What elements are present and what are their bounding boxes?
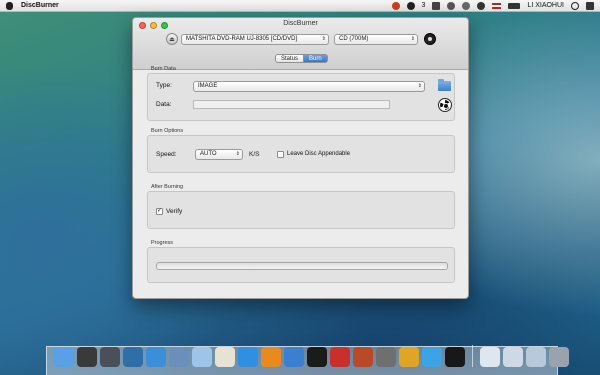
- trash-icon[interactable]: [549, 347, 569, 367]
- notification-badge-count[interactable]: 3: [422, 2, 426, 9]
- progress-box: [147, 247, 455, 283]
- qq-icon[interactable]: [406, 1, 415, 10]
- downloads-stack-icon[interactable]: [480, 347, 500, 367]
- burn-data-section-label: Burn Data: [151, 66, 176, 72]
- progress-section-label: Progress: [151, 240, 174, 246]
- checkmark-icon: ✓: [157, 208, 163, 214]
- menubar-status-area: 3 LI XIAOHUI: [391, 1, 600, 10]
- apple-icon[interactable]: [6, 1, 13, 10]
- after-burning-box: ✓ Verify: [147, 191, 455, 229]
- reeder-icon[interactable]: [376, 347, 396, 367]
- data-label: Data:: [156, 101, 172, 108]
- wifi-icon[interactable]: [477, 1, 486, 10]
- burn-data-box: Type: IMAGE ⇕ Data:: [147, 73, 455, 121]
- drive-select-value: MATSHITA DVD-RAM UJ-8305 [CD/DVD]: [186, 36, 298, 42]
- select-arrows-icon: ⇕: [321, 36, 326, 42]
- type-select-value: IMAGE: [198, 83, 218, 89]
- speed-unit: K/S: [249, 151, 260, 158]
- spotlight-icon[interactable]: [571, 1, 579, 10]
- xcode-icon[interactable]: [169, 347, 189, 367]
- app-menu-name[interactable]: DiscBurner: [21, 2, 59, 9]
- window-title: DiscBurner: [283, 20, 318, 27]
- tab-status[interactable]: Status: [276, 55, 304, 62]
- speed-label: Speed:: [156, 151, 177, 158]
- select-arrows-icon: ⇕: [410, 36, 415, 42]
- discburner-window: DiscBurner ⏏ MATSHITA DVD-RAM UJ-8305 [C…: [132, 17, 469, 299]
- user-name[interactable]: LI XIAOHUI: [527, 2, 564, 9]
- speed-select-value: AUTO: [200, 151, 217, 157]
- tab-bar: Status Burn: [275, 54, 328, 63]
- finder-icon[interactable]: [54, 347, 74, 367]
- notification-center-icon[interactable]: [586, 1, 594, 10]
- after-burning-section-label: After Burning: [151, 184, 184, 190]
- burn-options-box: Speed: AUTO ⇕ K/S Leave Disc Appendable: [147, 135, 455, 173]
- battery-icon[interactable]: [508, 2, 521, 9]
- progress-bar: [156, 262, 448, 270]
- select-arrows-icon: ⇕: [235, 151, 240, 157]
- media-select-value: CD (700M): [339, 36, 369, 42]
- drive-select[interactable]: MATSHITA DVD-RAM UJ-8305 [CD/DVD] ⇕: [181, 34, 329, 45]
- mission-control-icon[interactable]: [123, 347, 143, 367]
- type-select[interactable]: IMAGE ⇕: [193, 81, 425, 92]
- dock-icons: [54, 345, 569, 367]
- launchpad-icon[interactable]: [77, 347, 97, 367]
- time-machine-icon[interactable]: [447, 1, 456, 10]
- itunes-icon[interactable]: [284, 347, 304, 367]
- toolbar: ⏏ MATSHITA DVD-RAM UJ-8305 [CD/DVD] ⇕ CD…: [133, 32, 468, 46]
- dashboard-icon[interactable]: [100, 347, 120, 367]
- app-store-icon[interactable]: [238, 347, 258, 367]
- cube-icon[interactable]: [192, 347, 212, 367]
- growl-icon[interactable]: [353, 347, 373, 367]
- data-path-field[interactable]: [193, 100, 390, 109]
- applications-stack-icon[interactable]: [526, 347, 546, 367]
- speed-select[interactable]: AUTO ⇕: [195, 149, 243, 160]
- leave-appendable-checkbox[interactable]: [277, 151, 284, 158]
- burn-options-section-label: Burn Options: [151, 128, 184, 134]
- verify-checkbox[interactable]: ✓: [156, 208, 163, 215]
- burn-button[interactable]: [424, 33, 436, 45]
- filezilla-icon[interactable]: [330, 347, 350, 367]
- safari-icon[interactable]: [146, 347, 166, 367]
- tab-burn[interactable]: Burn: [303, 55, 327, 62]
- dock-separator: [472, 345, 473, 367]
- discburner-icon[interactable]: [445, 347, 465, 367]
- folder-icon[interactable]: [438, 79, 451, 91]
- preview-icon[interactable]: [215, 347, 235, 367]
- eject-button[interactable]: ⏏: [166, 33, 178, 45]
- sync-icon[interactable]: [462, 1, 471, 10]
- verify-label[interactable]: Verify: [166, 208, 182, 215]
- status-app-icon[interactable]: [391, 1, 400, 10]
- window-titlebar: DiscBurner ⏏ MATSHITA DVD-RAM UJ-8305 [C…: [133, 18, 468, 70]
- media-select[interactable]: CD (700M) ⇕: [334, 34, 418, 45]
- menu-bar: DiscBurner 3 LI XIAOHUI: [0, 0, 600, 12]
- us-flag-input-icon[interactable]: [492, 2, 502, 9]
- select-arrows-icon: ⇕: [417, 83, 422, 89]
- coin-icon[interactable]: [399, 347, 419, 367]
- documents-stack-icon[interactable]: [503, 347, 523, 367]
- terminal-icon[interactable]: [307, 347, 327, 367]
- type-label: Type:: [156, 82, 172, 89]
- leave-appendable-label[interactable]: Leave Disc Appendable: [287, 151, 350, 157]
- grid-icon[interactable]: [432, 1, 441, 10]
- radiation-icon[interactable]: [438, 98, 452, 112]
- ibooks-icon[interactable]: [261, 347, 281, 367]
- eject-icon: ⏏: [169, 36, 175, 43]
- twitter-icon[interactable]: [422, 347, 442, 367]
